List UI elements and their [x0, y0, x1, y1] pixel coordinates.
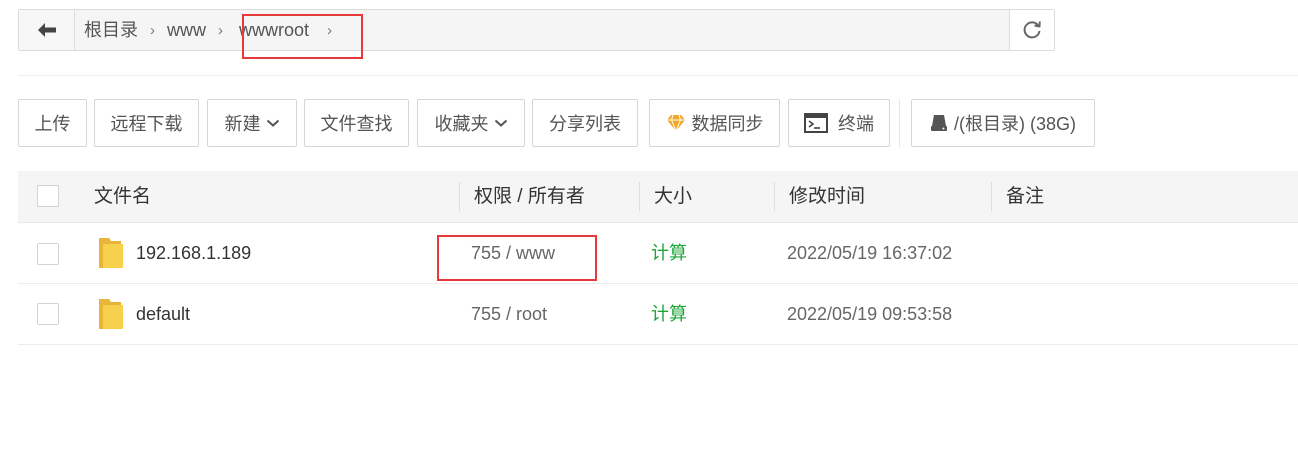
modified-time: 2022/05/19 09:53:58	[787, 304, 953, 324]
back-button[interactable]	[19, 10, 75, 50]
new-dropdown-button[interactable]: 新建	[207, 99, 297, 147]
path-bar: 根目录 › www › wwwroot ›	[18, 9, 1055, 51]
diamond-icon	[666, 114, 686, 132]
chevron-right-icon: ›	[218, 21, 223, 39]
column-divider	[991, 182, 992, 211]
terminal-icon	[804, 113, 828, 133]
file-name[interactable]: default	[136, 284, 190, 344]
size-calc-link[interactable]: 计算	[651, 284, 687, 344]
divider	[18, 75, 1298, 76]
remote-download-button[interactable]: 远程下载	[94, 99, 199, 147]
table-row[interactable]: 192.168.1.189 755 / www 计算 2022/05/19 16…	[18, 223, 1298, 284]
favorites-dropdown-button[interactable]: 收藏夹	[417, 99, 525, 147]
favorites-label: 收藏夹	[434, 114, 489, 134]
row-checkbox[interactable]	[37, 303, 59, 325]
chevron-right-icon: ›	[150, 21, 155, 39]
column-divider	[774, 182, 775, 211]
data-sync-button[interactable]: 数据同步	[649, 99, 780, 147]
column-divider	[639, 182, 640, 211]
terminal-button[interactable]: 终端	[788, 99, 890, 147]
breadcrumb-item-www[interactable]: www	[159, 10, 214, 50]
remote-download-label: 远程下载	[110, 114, 183, 134]
breadcrumb-item-wwwroot[interactable]: wwwroot	[227, 10, 323, 50]
share-list-button[interactable]: 分享列表	[532, 99, 638, 147]
header-filename[interactable]: 文件名	[94, 171, 151, 222]
header-modified-time[interactable]: 修改时间	[789, 171, 865, 222]
select-all-checkbox[interactable]	[37, 185, 59, 207]
permission-owner[interactable]: 755 / root	[471, 284, 547, 344]
upload-button[interactable]: 上传	[18, 99, 87, 147]
chevron-down-icon	[494, 118, 508, 128]
column-divider	[459, 182, 460, 211]
file-name[interactable]: 192.168.1.189	[136, 223, 251, 283]
header-size[interactable]: 大小	[654, 171, 692, 222]
data-sync-label: 数据同步	[691, 114, 764, 134]
refresh-icon	[1023, 21, 1041, 39]
row-checkbox[interactable]	[37, 243, 59, 265]
file-search-label: 文件查找	[320, 114, 393, 134]
refresh-button[interactable]	[1009, 10, 1054, 50]
table-row[interactable]: default 755 / root 计算 2022/05/19 09:53:5…	[18, 284, 1298, 345]
arrow-left-icon	[37, 23, 56, 37]
share-list-label: 分享列表	[549, 114, 621, 134]
file-search-button[interactable]: 文件查找	[304, 99, 409, 147]
header-permission-owner[interactable]: 权限 / 所有者	[474, 171, 585, 222]
hard-drive-icon	[930, 114, 948, 132]
chevron-right-icon: ›	[327, 21, 333, 39]
folder-icon	[99, 238, 123, 268]
size-calc-link[interactable]: 计算	[651, 223, 687, 283]
breadcrumb: 根目录 › www › wwwroot ›	[75, 10, 336, 50]
disk-label: /(根目录) (38G)	[953, 114, 1076, 134]
disk-button[interactable]: /(根目录) (38G)	[911, 99, 1095, 147]
folder-icon	[99, 299, 123, 329]
chevron-down-icon	[266, 118, 280, 128]
breadcrumb-item-root[interactable]: 根目录	[75, 10, 146, 50]
upload-button-label: 上传	[34, 114, 71, 134]
modified-time: 2022/05/19 16:37:02	[787, 243, 953, 263]
header-note: 备注	[1006, 186, 1045, 207]
new-label: 新建	[224, 114, 261, 134]
toolbar-divider	[899, 99, 900, 147]
file-table-header: 文件名 权限 / 所有者 大小 修改时间 备注	[18, 171, 1298, 223]
terminal-label: 终端	[838, 114, 874, 134]
permission-owner[interactable]: 755 / www	[471, 223, 555, 283]
